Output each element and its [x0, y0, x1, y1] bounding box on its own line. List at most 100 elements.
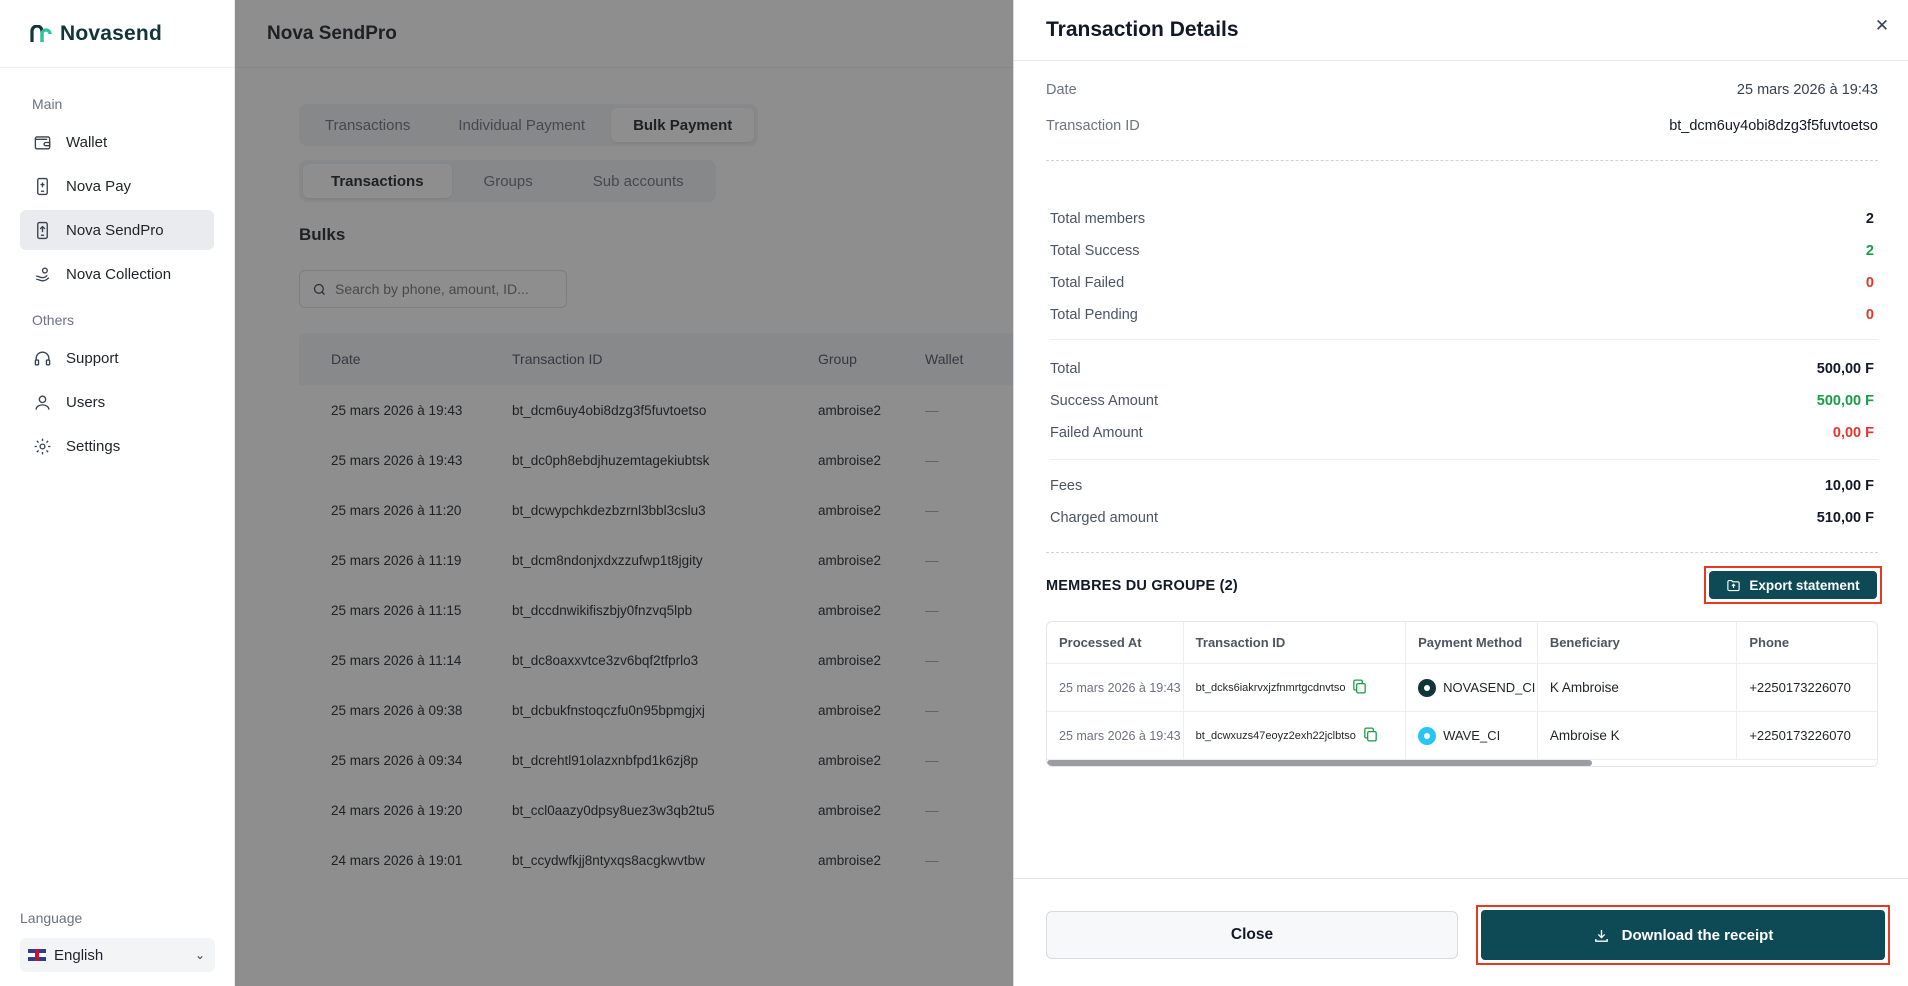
close-button[interactable]: Close: [1046, 911, 1458, 959]
col-processed-at: Processed At: [1047, 622, 1184, 663]
summary-value: 10,00 F: [1824, 478, 1874, 494]
divider: [1046, 552, 1878, 553]
summary-failed-amount: Failed Amount 0,00 F: [1050, 425, 1874, 441]
sidebar-item-nova-collection[interactable]: Nova Collection: [20, 254, 214, 294]
summary-label: Total Failed: [1050, 275, 1125, 291]
members-title: MEMBRES DU GROUPE (2): [1046, 578, 1238, 594]
processed-at: 25 mars 2026 à 19:43: [1047, 664, 1184, 711]
summary-value: 0: [1865, 275, 1874, 291]
horizontal-scrollbar[interactable]: [1047, 760, 1592, 766]
divider: [1050, 339, 1878, 340]
sidebar-item-users[interactable]: Users: [20, 382, 214, 422]
uk-flag-icon: [28, 949, 46, 961]
sidebar-item-label: Nova Pay: [66, 177, 132, 195]
summary-value: 2: [1865, 211, 1874, 227]
detail-date-value: 25 mars 2026 à 19:43: [1736, 82, 1878, 98]
summary-success-amount: Success Amount 500,00 F: [1050, 393, 1874, 409]
summary-label: Charged amount: [1050, 510, 1159, 526]
summary-total-success: Total Success 2: [1050, 243, 1874, 259]
transaction-id-text: bt_dcks6iakrvxjzfnmrtgcdnvtso: [1195, 681, 1346, 694]
export-statement-label: Export statement: [1749, 577, 1860, 593]
payment-method-text: NOVASEND_CI: [1443, 680, 1536, 695]
transaction-details-drawer: Transaction Details ✕ Date 25 mars 2026 …: [1013, 0, 1908, 986]
nav-section-others: Others: [32, 312, 75, 328]
export-statement-button[interactable]: Export statement: [1709, 571, 1877, 599]
summary-total-members: Total members 2: [1050, 211, 1874, 227]
novasend-logo-icon: [30, 24, 52, 42]
novasend-method-icon: [1418, 678, 1437, 697]
phone: +2250173226070: [1749, 680, 1851, 695]
summary-label: Fees: [1050, 478, 1083, 494]
sidebar-item-nova-pay[interactable]: Nova Pay: [20, 166, 214, 206]
detail-tid-label: Transaction ID: [1046, 118, 1140, 134]
col-phone: Phone: [1749, 635, 1790, 650]
download-receipt-button[interactable]: Download the receipt: [1481, 910, 1885, 960]
download-highlight: Download the receipt: [1476, 905, 1890, 965]
export-highlight: Export statement: [1704, 566, 1882, 604]
summary-label: Total: [1050, 361, 1081, 377]
detail-date-label: Date: [1046, 82, 1077, 98]
copy-icon[interactable]: [1351, 678, 1368, 698]
wave-method-icon: [1418, 726, 1437, 745]
summary-value: 0: [1865, 307, 1874, 323]
payment-method-text: WAVE_CI: [1443, 728, 1501, 743]
beneficiary: K Ambroise: [1538, 664, 1738, 711]
language-label: Language: [20, 910, 83, 926]
close-icon[interactable]: ✕: [1872, 16, 1892, 36]
summary-value: 500,00 F: [1816, 361, 1874, 377]
beneficiary: Ambroise K: [1538, 712, 1738, 759]
copy-icon[interactable]: [1362, 726, 1379, 746]
summary-label: Total Pending: [1050, 307, 1138, 323]
download-receipt-label: Download the receipt: [1621, 926, 1774, 944]
sidebar-item-wallet[interactable]: Wallet: [20, 122, 214, 162]
summary-value: 500,00 F: [1816, 393, 1874, 409]
summary-label: Success Amount: [1050, 393, 1158, 409]
members-table: Processed At Transaction ID Payment Meth…: [1046, 621, 1878, 767]
chevron-down-icon: ⌄: [194, 948, 205, 962]
table-row: 25 mars 2026 à 19:43 bt_dcwxuzs47eoyz2ex…: [1047, 712, 1877, 760]
sidebar-item-label: Wallet: [66, 133, 108, 151]
summary-charged-amount: Charged amount 510,00 F: [1050, 510, 1874, 526]
detail-date: Date 25 mars 2026 à 19:43: [1046, 82, 1878, 98]
brand-name: Novasend: [60, 21, 162, 45]
summary-fees: Fees 10,00 F: [1050, 478, 1874, 494]
sidebar-item-label: Users: [66, 393, 106, 411]
sidebar-item-label: Nova SendPro: [66, 221, 164, 239]
sidebar-item-settings[interactable]: Settings: [20, 426, 214, 466]
drawer-title: Transaction Details: [1014, 0, 1908, 61]
summary-value: 0,00 F: [1832, 425, 1874, 441]
payment-method: NOVASEND_CI: [1406, 664, 1538, 711]
phone-send-icon: [32, 220, 52, 240]
table-row: 25 mars 2026 à 19:43 bt_dcks6iakrvxjzfnm…: [1047, 664, 1877, 712]
brand[interactable]: Novasend: [0, 0, 234, 68]
col-beneficiary: Beneficiary: [1538, 622, 1738, 663]
sidebar-item-label: Support: [66, 349, 119, 367]
collection-icon: [32, 264, 52, 284]
language-select[interactable]: English ⌄: [20, 938, 215, 972]
sidebar-item-label: Nova Collection: [66, 265, 172, 283]
processed-at: 25 mars 2026 à 19:43: [1047, 712, 1184, 759]
member-transaction-id: bt_dcwxuzs47eoyz2exh22jclbtso: [1184, 712, 1407, 759]
phone: +2250173226070: [1749, 728, 1851, 743]
sidebar-item-nova-sendpro[interactable]: Nova SendPro: [20, 210, 214, 250]
sidebar-item-label: Settings: [66, 437, 121, 455]
folder-export-icon: [1727, 579, 1741, 591]
phone-pay-icon: [32, 176, 52, 196]
language-value: English: [54, 946, 104, 964]
divider: [1050, 459, 1878, 460]
sidebar-item-support[interactable]: Support: [20, 338, 214, 378]
divider: [1046, 160, 1878, 161]
members-table-header: Processed At Transaction ID Payment Meth…: [1047, 622, 1877, 664]
col-payment-method: Payment Method: [1406, 622, 1538, 663]
summary-total: Total 500,00 F: [1050, 361, 1874, 377]
summary-value: 510,00 F: [1816, 510, 1874, 526]
transaction-id-text: bt_dcwxuzs47eoyz2exh22jclbtso: [1195, 729, 1356, 742]
detail-transaction-id: Transaction ID bt_dcm6uy4obi8dzg3f5fuvto…: [1046, 118, 1878, 134]
summary-value: 2: [1865, 243, 1874, 259]
summary-label: Failed Amount: [1050, 425, 1143, 441]
gear-icon: [32, 436, 52, 456]
summary-total-pending: Total Pending 0: [1050, 307, 1874, 323]
download-icon: [1594, 929, 1608, 942]
summary-total-failed: Total Failed 0: [1050, 275, 1874, 291]
detail-tid-value: bt_dcm6uy4obi8dzg3f5fuvtoetso: [1669, 118, 1878, 134]
